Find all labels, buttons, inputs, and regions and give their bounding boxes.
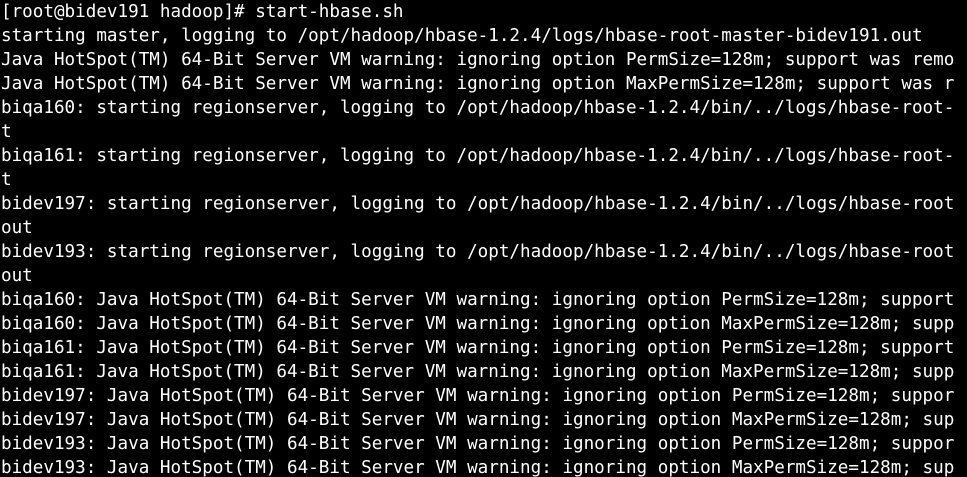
output-line: starting master, logging to /opt/hadoop/… bbox=[1, 26, 923, 46]
output-line: biqa161: starting regionserver, logging … bbox=[1, 146, 955, 166]
output-line: biqa160: starting regionserver, logging … bbox=[1, 98, 955, 118]
output-line: bidev193: starting regionserver, logging… bbox=[1, 242, 955, 262]
output-line: bidev197: Java HotSpot(TM) 64-Bit Server… bbox=[1, 410, 955, 430]
command-prompt-line: [root@bidev191 hadoop]# start-hbase.sh bbox=[1, 2, 404, 22]
output-line: t bbox=[1, 170, 12, 190]
output-line: out bbox=[1, 218, 33, 238]
output-line: out bbox=[1, 266, 33, 286]
output-line: biqa161: Java HotSpot(TM) 64-Bit Server … bbox=[1, 362, 955, 382]
terminal-output[interactable]: [root@bidev191 hadoop]# start-hbase.sh s… bbox=[0, 0, 967, 477]
output-line: bidev193: Java HotSpot(TM) 64-Bit Server… bbox=[1, 458, 955, 477]
output-line: Java HotSpot(TM) 64-Bit Server VM warnin… bbox=[1, 50, 955, 70]
output-line: bidev197: Java HotSpot(TM) 64-Bit Server… bbox=[1, 386, 955, 406]
output-line: biqa161: Java HotSpot(TM) 64-Bit Server … bbox=[1, 338, 955, 358]
output-line: biqa160: Java HotSpot(TM) 64-Bit Server … bbox=[1, 314, 955, 334]
output-line: Java HotSpot(TM) 64-Bit Server VM warnin… bbox=[1, 74, 955, 94]
output-line: t bbox=[1, 122, 12, 142]
output-line: bidev193: Java HotSpot(TM) 64-Bit Server… bbox=[1, 434, 955, 454]
output-line: bidev197: starting regionserver, logging… bbox=[1, 194, 955, 214]
output-line: biqa160: Java HotSpot(TM) 64-Bit Server … bbox=[1, 290, 955, 310]
